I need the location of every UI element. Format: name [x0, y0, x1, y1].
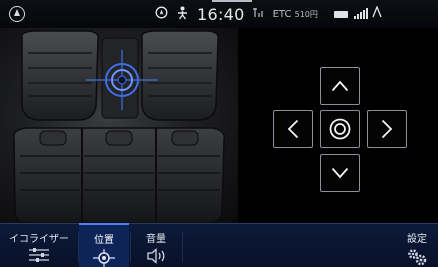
crosshair-icon[interactable] — [86, 50, 158, 110]
tab-equalizer[interactable]: イコライザー — [0, 224, 78, 267]
chevron-right-icon — [381, 119, 393, 139]
target-icon — [329, 118, 351, 140]
chevron-down-icon — [331, 167, 349, 179]
settings-gears-icon — [408, 249, 427, 266]
center-position-button[interactable] — [320, 110, 360, 148]
antenna-icon — [252, 7, 265, 21]
tab-label-settings: 設定 — [407, 234, 427, 245]
move-left-button[interactable] — [273, 110, 313, 148]
tab-label-volume: 音量 — [146, 234, 166, 245]
tab-label-equalizer: イコライザー — [9, 234, 69, 245]
seat-position-view[interactable] — [0, 28, 238, 223]
etc-label: ETC — [272, 8, 292, 20]
signal-icon — [354, 7, 368, 19]
status-bar: 16:40 ETC 510円 — [0, 0, 438, 28]
tab-divider — [182, 232, 183, 262]
tab-volume[interactable]: 音量 — [131, 224, 181, 267]
equalizer-icon — [29, 248, 49, 262]
status-center: 16:40 ETC 510円 — [155, 4, 318, 24]
chevron-up-icon — [331, 80, 349, 92]
person-icon — [176, 6, 189, 23]
network-type-icon — [372, 5, 382, 21]
move-down-button[interactable] — [320, 154, 360, 192]
move-up-button[interactable] — [320, 67, 360, 105]
speaker-icon — [147, 248, 165, 264]
home-icon[interactable] — [9, 6, 25, 22]
etc-status: ETC 510円 — [273, 9, 318, 20]
clock-text: 16:40 — [197, 4, 245, 24]
position-icon — [93, 249, 115, 267]
move-right-button[interactable] — [367, 110, 407, 148]
tab-label-position: 位置 — [94, 235, 114, 246]
battery-icon — [334, 11, 348, 18]
tab-position[interactable]: 位置 — [79, 223, 129, 267]
bottom-tab-bar: イコライザー 位置 音量 設定 — [0, 223, 438, 267]
etc-amount: 510円 — [294, 9, 318, 19]
top-drag-indicator[interactable] — [212, 0, 252, 2]
chevron-left-icon — [287, 119, 299, 139]
tab-settings[interactable]: 設定 — [396, 224, 438, 267]
location-icon — [155, 6, 168, 22]
